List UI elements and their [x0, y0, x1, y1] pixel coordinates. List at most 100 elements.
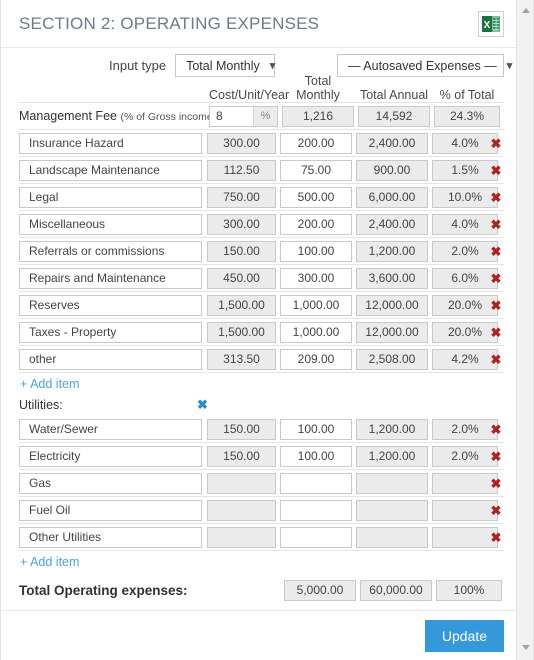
expense-row-cost-unit-year: 150.00	[207, 240, 276, 262]
expense-row-total-annual: 3,600.00	[356, 267, 428, 289]
utility-row-total-monthly[interactable]	[280, 472, 352, 494]
management-fee-total-monthly: 1,216	[282, 105, 354, 127]
utility-row-total-monthly[interactable]: 100.00	[280, 445, 352, 467]
expense-row-total-monthly[interactable]: 100.00	[280, 240, 352, 262]
expense-row-total-monthly[interactable]: 200.00	[280, 132, 352, 154]
expense-row-name-input[interactable]: Taxes - Property	[19, 321, 202, 343]
col-header-total-annual: Total Annual	[359, 88, 429, 102]
table-row: Legal 750.00 500.00 6,000.00 10.0% ✖	[19, 184, 504, 211]
delete-row-icon[interactable]: ✖	[488, 191, 504, 204]
utility-row-cost-unit-year: 150.00	[207, 418, 276, 440]
add-item-link-utilities[interactable]: + Add item	[19, 551, 504, 572]
utility-row-name-input[interactable]: Fuel Oil	[19, 499, 202, 521]
table-row: Landscape Maintenance 112.50 75.00 900.00 1.…	[19, 157, 504, 184]
table-row: Repairs and Maintenance 450.00 300.00 3,600…	[19, 265, 504, 292]
management-fee-row: Management Fee (% of Gross income) 8 % 1…	[19, 103, 504, 130]
expense-row-name-input[interactable]: other	[19, 348, 202, 370]
utility-row-total-annual: 1,200.00	[356, 445, 428, 467]
expense-row-cost-unit-year: 1,500.00	[207, 321, 276, 343]
management-fee-label-cell: Management Fee (% of Gross income)	[19, 109, 216, 123]
utility-row-name-input[interactable]: Water/Sewer	[19, 418, 202, 440]
expense-row-name-input[interactable]: Reserves	[19, 294, 202, 316]
excel-export-icon[interactable]: X	[478, 10, 504, 37]
autosaved-expenses-select[interactable]: — Autosaved Expenses — ▾	[337, 54, 512, 77]
management-fee-percent-input[interactable]: 8 %	[209, 105, 278, 127]
utility-row-total-monthly[interactable]	[280, 526, 352, 548]
expense-row-total-monthly[interactable]: 300.00	[280, 267, 352, 289]
management-fee-percent-value: 8	[210, 106, 253, 126]
expense-row-cost-unit-year: 1,500.00	[207, 294, 276, 316]
expense-row-total-annual: 900.00	[356, 159, 428, 181]
utility-row-total-monthly[interactable]: 100.00	[280, 418, 352, 440]
expense-row-total-monthly[interactable]: 75.00	[280, 159, 352, 181]
expense-row-total-annual: 12,000.00	[356, 294, 428, 316]
delete-row-icon[interactable]: ✖	[488, 164, 504, 177]
table-row: Electricity 150.00 100.00 1,200.00 2.0% ✖	[19, 443, 504, 470]
delete-row-icon[interactable]: ✖	[488, 531, 504, 544]
col-header-cost-unit-year: Cost/Unit/Year	[209, 88, 290, 102]
panel-content: SECTION 2: OPERATING EXPENSES X Input ty	[1, 0, 518, 660]
expense-row-total-monthly[interactable]: 500.00	[280, 186, 352, 208]
expense-row-name-input[interactable]: Repairs and Maintenance	[19, 267, 202, 289]
chevron-down-icon: ▾	[506, 60, 513, 72]
vertical-scrollbar[interactable]	[516, 0, 533, 660]
expense-row-name-input[interactable]: Landscape Maintenance	[19, 159, 202, 181]
delete-row-icon[interactable]: ✖	[488, 326, 504, 339]
percent-unit-label: %	[253, 106, 277, 126]
utility-row-name-input[interactable]: Electricity	[19, 445, 202, 467]
input-type-label: Input type	[109, 58, 167, 73]
expense-row-name-input[interactable]: Referrals or commissions	[19, 240, 202, 262]
total-monthly-value: 5,000.00	[284, 579, 356, 601]
expense-row-total-monthly[interactable]: 1,000.00	[280, 321, 352, 343]
input-type-select[interactable]: Total Monthly ▾	[175, 54, 275, 77]
table-row: Referrals or commissions 150.00 100.00 1,20…	[19, 238, 504, 265]
utility-row-cost-unit-year	[207, 499, 276, 521]
utility-row-name-input[interactable]: Other Utilities	[19, 526, 202, 548]
expense-row-total-monthly[interactable]: 200.00	[280, 213, 352, 235]
scroll-down-arrow-icon[interactable]	[517, 639, 533, 656]
panel-header: SECTION 2: OPERATING EXPENSES X	[1, 0, 518, 48]
expense-row-total-monthly[interactable]: 1,000.00	[280, 294, 352, 316]
expense-row-cost-unit-year: 750.00	[207, 186, 276, 208]
expense-row-total-monthly[interactable]: 209.00	[280, 348, 352, 370]
table-row: Other Utilities ✖	[19, 524, 504, 551]
delete-row-icon[interactable]: ✖	[488, 353, 504, 366]
utilities-group-header: Utilities: ✖	[19, 394, 504, 416]
table-row: Fuel Oil ✖	[19, 497, 504, 524]
delete-row-icon[interactable]: ✖	[488, 504, 504, 517]
total-operating-expenses-label: Total Operating expenses:	[19, 582, 188, 598]
utility-row-name-input[interactable]: Gas	[19, 472, 202, 494]
delete-row-icon[interactable]: ✖	[488, 450, 504, 463]
expense-row-cost-unit-year: 450.00	[207, 267, 276, 289]
delete-row-icon[interactable]: ✖	[488, 218, 504, 231]
delete-row-icon[interactable]: ✖	[488, 477, 504, 490]
table-row: Insurance Hazard 300.00 200.00 2,400.00 4.0%…	[19, 130, 504, 157]
delete-row-icon[interactable]: ✖	[488, 272, 504, 285]
expense-row-total-annual: 12,000.00	[356, 321, 428, 343]
update-button[interactable]: Update	[424, 620, 504, 652]
expense-row-name-input[interactable]: Insurance Hazard	[19, 132, 202, 154]
input-type-value: Total Monthly	[186, 58, 260, 73]
management-fee-label: Management Fee (% of Gross income)	[19, 109, 216, 123]
utility-row-total-monthly[interactable]	[280, 499, 352, 521]
expense-row-cost-unit-year: 313.50	[207, 348, 276, 370]
utilities-rows: Water/Sewer 150.00 100.00 1,200.00 2.0% ✖ Elec…	[19, 416, 504, 551]
delete-row-icon[interactable]: ✖	[488, 299, 504, 312]
delete-row-icon[interactable]: ✖	[488, 137, 504, 150]
remove-utilities-group-icon[interactable]: ✖	[197, 397, 208, 413]
add-item-link-main[interactable]: + Add item	[19, 373, 504, 394]
expense-row-cost-unit-year: 112.50	[207, 159, 276, 181]
panel-footer: Update	[1, 610, 518, 652]
delete-row-icon[interactable]: ✖	[488, 423, 504, 436]
scroll-up-arrow-icon[interactable]	[517, 2, 533, 19]
expense-row-name-input[interactable]: Miscellaneous	[19, 213, 202, 235]
utility-row-cost-unit-year	[207, 472, 276, 494]
chevron-down-icon: ▾	[269, 60, 276, 72]
management-fee-pct-of-total: 24.3%	[434, 105, 500, 127]
expense-row-total-annual: 2,400.00	[356, 213, 428, 235]
delete-row-icon[interactable]: ✖	[488, 245, 504, 258]
expense-row-name-input[interactable]: Legal	[19, 186, 202, 208]
table-row: Reserves 1,500.00 1,000.00 12,000.00 20.0% ✖	[19, 292, 504, 319]
autosaved-expenses-value: — Autosaved Expenses —	[348, 58, 497, 73]
page-title: SECTION 2: OPERATING EXPENSES	[19, 13, 320, 33]
